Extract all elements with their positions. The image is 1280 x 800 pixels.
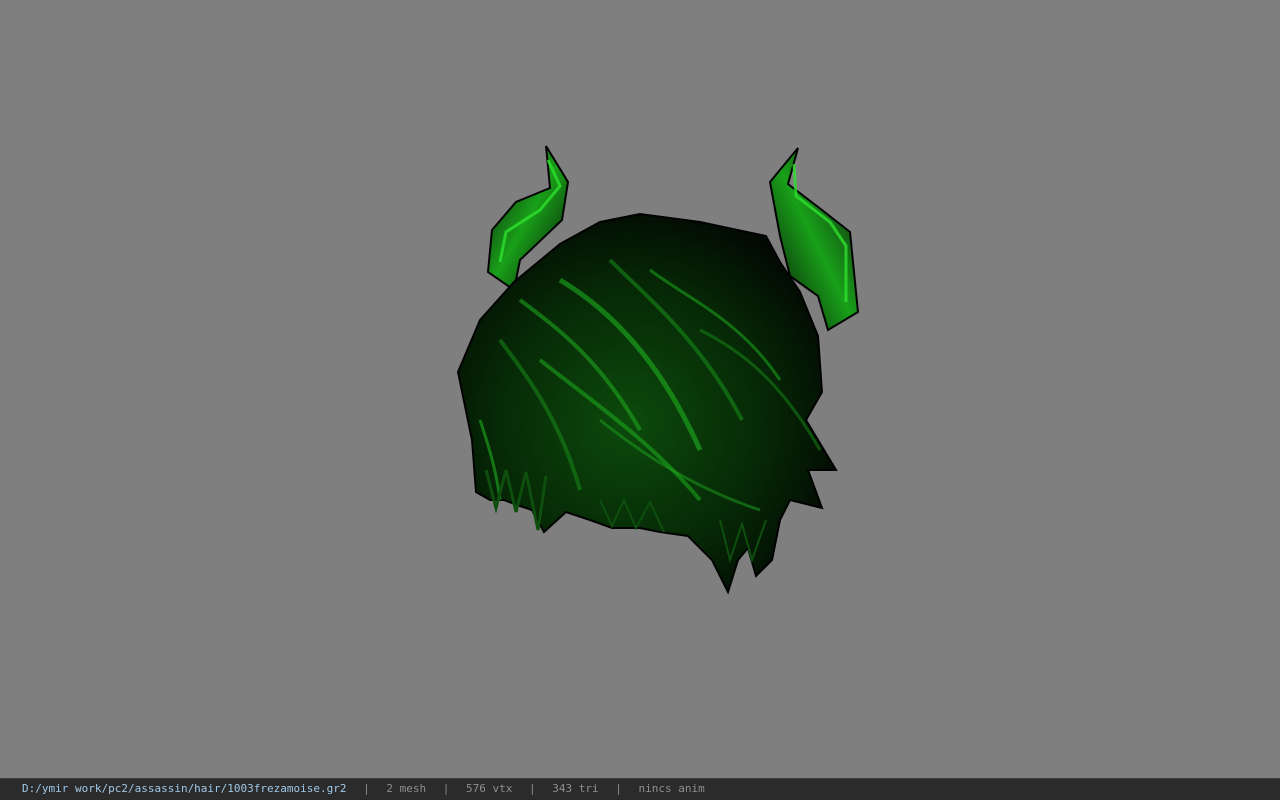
3d-viewport[interactable] (0, 0, 1280, 778)
triangle-count: 343 tri (552, 782, 599, 795)
animation-info: nincs anim (638, 782, 705, 795)
separator: | (363, 782, 370, 795)
vertex-count: 576 vtx (466, 782, 513, 795)
separator: | (615, 782, 622, 795)
status-bar: D:/ymir work/pc2/assassin/hair/1003freza… (0, 778, 1280, 800)
mesh-count: 2 mesh (386, 782, 427, 795)
separator: | (442, 782, 450, 795)
hair-model-render[interactable] (0, 0, 1280, 778)
file-path: D:/ymir work/pc2/assassin/hair/1003freza… (22, 782, 347, 795)
separator: | (529, 782, 536, 795)
